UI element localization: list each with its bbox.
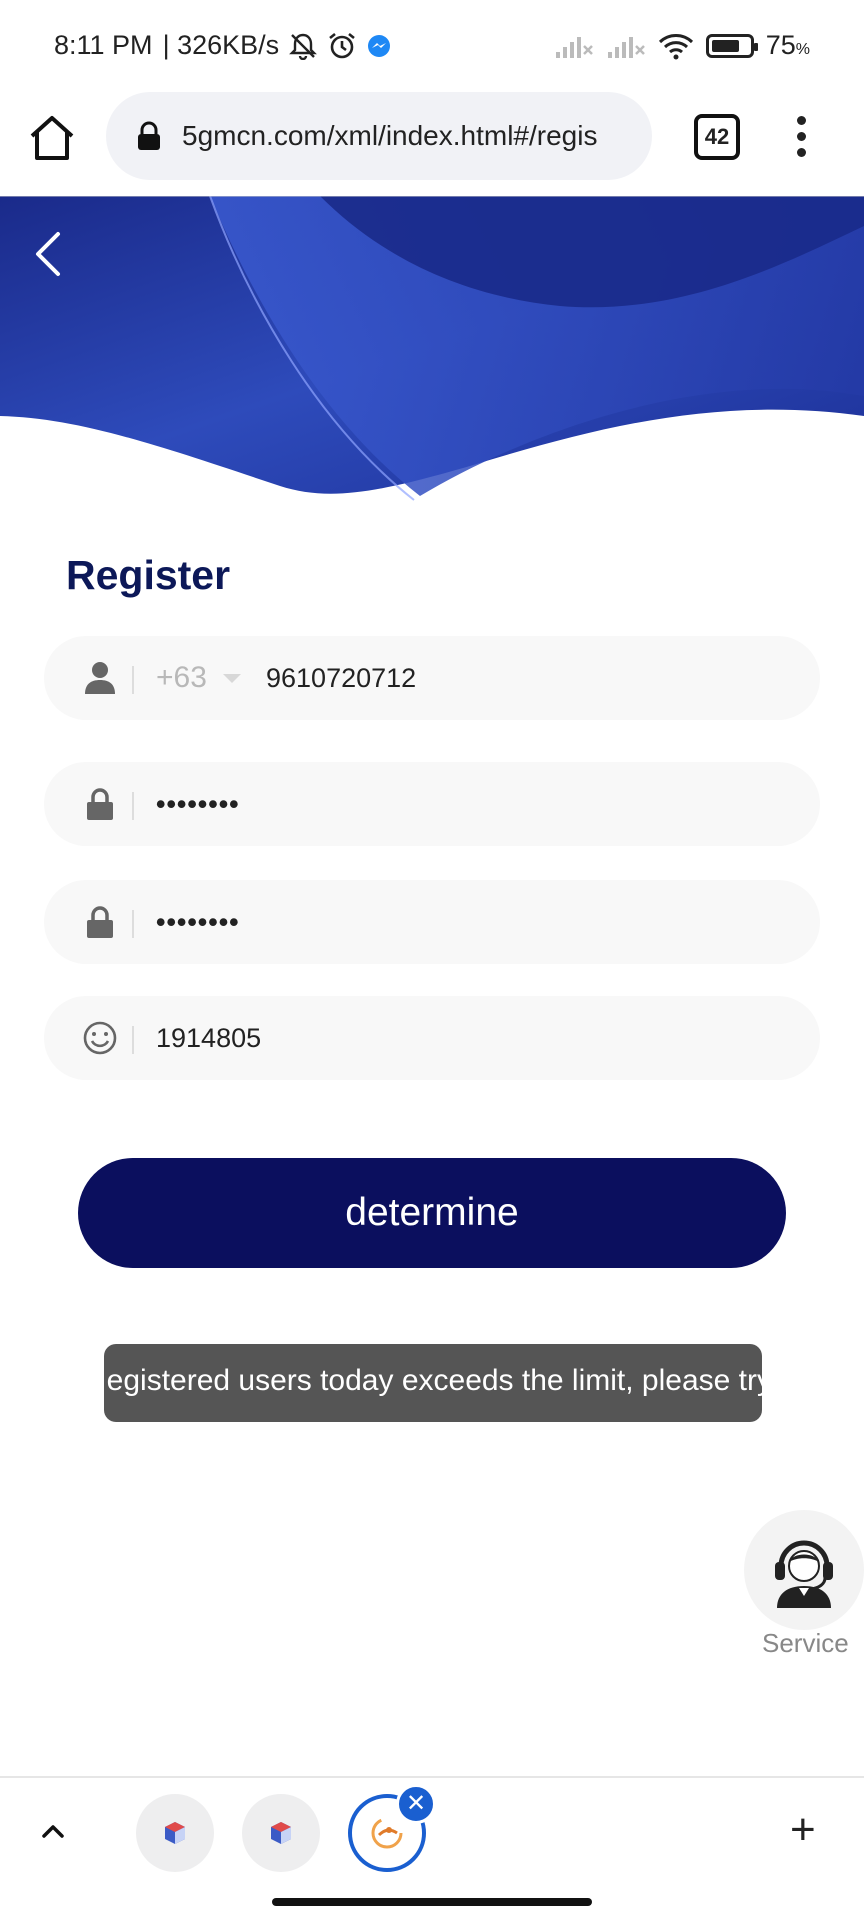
lock-icon bbox=[80, 784, 120, 824]
header-banner bbox=[0, 196, 864, 506]
field-separator bbox=[132, 666, 134, 694]
service-label: Service bbox=[762, 1628, 849, 1658]
signal-2-icon bbox=[607, 36, 645, 58]
home-indicator bbox=[272, 1898, 592, 1906]
home-icon[interactable] bbox=[26, 112, 78, 164]
tab-thumbnail[interactable] bbox=[242, 1794, 320, 1872]
5g-logo-icon bbox=[371, 1817, 403, 1849]
determine-button[interactable]: determine bbox=[78, 1158, 786, 1268]
address-bar[interactable]: 5gmcn.com/xml/index.html#/regis bbox=[106, 92, 652, 180]
chevron-down-icon bbox=[222, 673, 241, 683]
phone-input[interactable]: 9610720712 bbox=[266, 663, 416, 694]
status-left: 8:11 PM | 326KB/s bbox=[54, 30, 391, 61]
bell-off-icon bbox=[289, 33, 318, 60]
back-arrow-icon[interactable] bbox=[30, 226, 70, 282]
customer-service-icon bbox=[775, 1540, 833, 1608]
toast-message: egistered users today exceeds the limit,… bbox=[104, 1344, 762, 1422]
close-tab-icon[interactable]: ✕ bbox=[396, 1784, 436, 1824]
alarm-icon bbox=[329, 32, 355, 58]
battery-unit: % bbox=[795, 41, 810, 58]
confirm-password-field[interactable]: •••••••• bbox=[44, 880, 820, 964]
invite-code-field[interactable]: 1914805 bbox=[44, 996, 820, 1080]
clock: 8:11 PM bbox=[54, 30, 153, 60]
messenger-icon bbox=[368, 34, 391, 57]
tab-switcher-button[interactable]: 42 bbox=[694, 114, 740, 160]
country-code-select[interactable]: +63 bbox=[156, 661, 241, 695]
confirm-password-input[interactable]: •••••••• bbox=[156, 907, 240, 938]
browser-toolbar: 5gmcn.com/xml/index.html#/regis 42 bbox=[0, 92, 864, 196]
password-input[interactable]: •••••••• bbox=[156, 789, 240, 820]
page-title: Register bbox=[66, 552, 231, 598]
battery-icon bbox=[705, 33, 758, 58]
lock-icon bbox=[138, 121, 160, 150]
lock-icon bbox=[80, 902, 120, 942]
battery-value: 75 bbox=[765, 30, 796, 60]
banner-wave-graphic bbox=[0, 196, 864, 501]
tab-strip: ✕ + bbox=[0, 1776, 864, 1888]
site-favicon-icon bbox=[271, 1822, 291, 1844]
user-icon bbox=[80, 658, 120, 698]
invite-code-input[interactable]: 1914805 bbox=[156, 1023, 261, 1054]
field-separator bbox=[132, 910, 134, 938]
network-speed: | 326KB/s bbox=[162, 30, 280, 60]
country-code: +63 bbox=[156, 661, 207, 694]
toast-text: egistered users today exceeds the limit,… bbox=[106, 1364, 762, 1397]
battery-percent: 75% bbox=[766, 30, 810, 61]
service-circle bbox=[744, 1510, 864, 1630]
password-field[interactable]: •••••••• bbox=[44, 762, 820, 846]
field-separator bbox=[132, 1026, 134, 1054]
chevron-up-icon[interactable] bbox=[38, 1816, 68, 1846]
smiley-icon bbox=[80, 1018, 120, 1058]
status-bar: 8:11 PM | 326KB/s 75% bbox=[0, 0, 864, 92]
service-button[interactable]: Service bbox=[744, 1510, 864, 1660]
phone-field[interactable]: +63 9610720712 bbox=[44, 636, 820, 720]
new-tab-button[interactable]: + bbox=[790, 1808, 816, 1852]
signal-1-icon bbox=[555, 36, 593, 58]
status-right: 75% bbox=[554, 30, 810, 61]
overflow-menu-icon[interactable] bbox=[786, 106, 816, 166]
wifi-icon bbox=[658, 33, 693, 59]
tab-thumbnail[interactable] bbox=[136, 1794, 214, 1872]
field-separator bbox=[132, 792, 134, 820]
site-favicon-icon bbox=[165, 1822, 185, 1844]
url-text: 5gmcn.com/xml/index.html#/regis bbox=[182, 120, 598, 151]
